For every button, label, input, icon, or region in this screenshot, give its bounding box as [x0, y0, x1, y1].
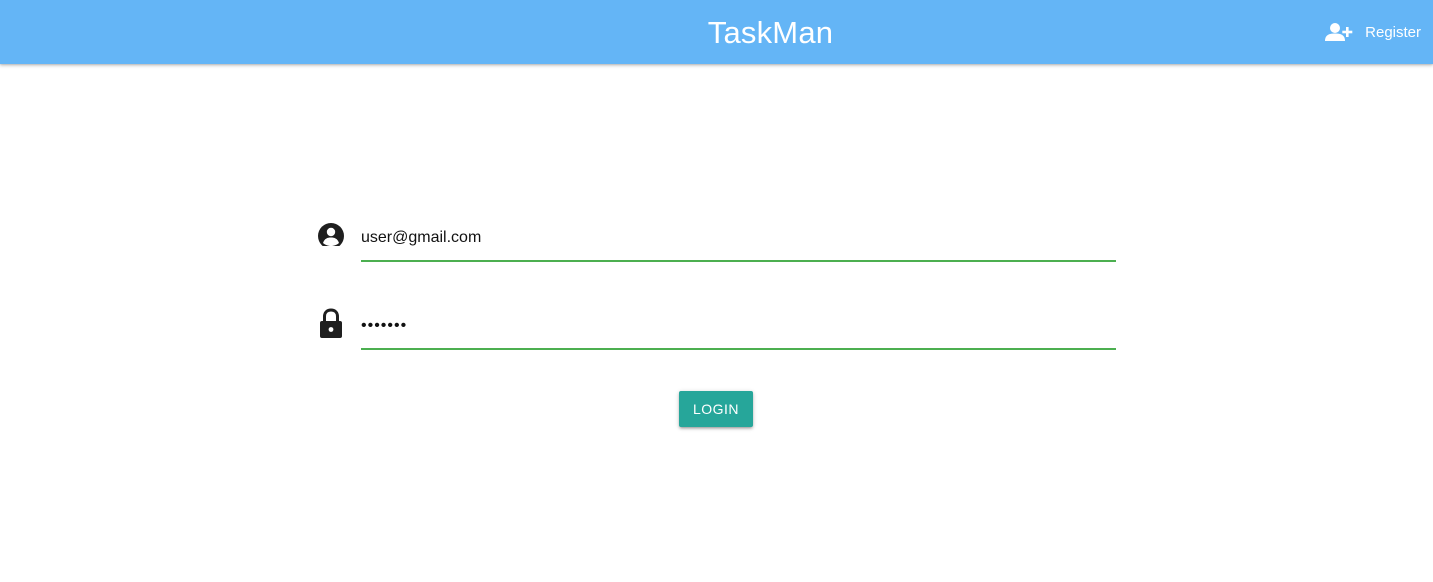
- password-input[interactable]: [361, 304, 1116, 350]
- navbar: TaskMan Register: [0, 0, 1433, 64]
- email-field-group: [316, 216, 1116, 262]
- register-link[interactable]: Register: [1325, 0, 1421, 64]
- brand-logo-wrapper: TaskMan: [0, 0, 1433, 64]
- person-add-icon: [1325, 22, 1353, 42]
- lock-icon: [316, 304, 346, 338]
- login-button[interactable]: LOGIN: [679, 391, 753, 427]
- register-label: Register: [1365, 23, 1421, 41]
- password-field-group: [316, 304, 1116, 350]
- brand-logo[interactable]: TaskMan: [708, 0, 833, 66]
- account-circle-icon: [316, 216, 346, 249]
- email-input[interactable]: [361, 216, 1116, 262]
